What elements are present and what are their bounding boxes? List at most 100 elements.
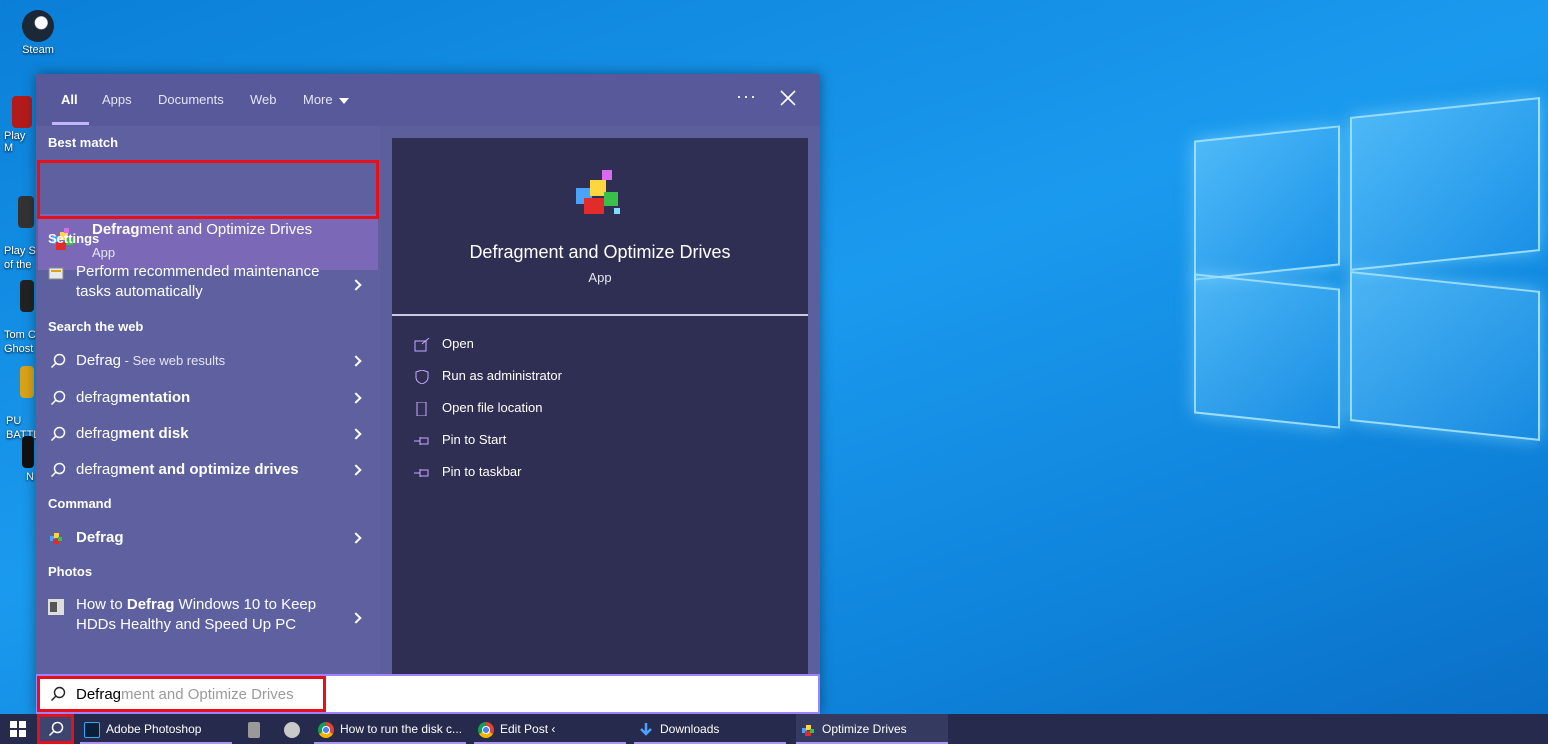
action-open[interactable]: Open <box>414 336 474 352</box>
photo-result-item[interactable]: How to Defrag Windows 10 to Keep HDDs He… <box>36 595 380 641</box>
web-result-text: defrag <box>76 425 119 442</box>
defrag-app-icon <box>802 724 814 736</box>
photo-thumbnail-icon <box>48 599 64 615</box>
web-result-item[interactable]: defragmentation <box>36 385 380 411</box>
photo-line1-bold: Defrag <box>126 596 175 613</box>
web-result-text: Defrag <box>76 352 122 369</box>
preview-title: Defragment and Optimize Drives <box>469 242 731 262</box>
start-search-panel: All Apps Documents Web More ··· Best mat… <box>36 74 820 714</box>
web-result-suffix: - See web results <box>121 353 226 368</box>
chevron-right-icon <box>350 428 362 440</box>
defrag-large-app-icon <box>576 170 620 214</box>
web-result-text: defrag <box>76 389 119 406</box>
close-icon[interactable] <box>778 88 798 108</box>
photo-line2: HDDs Healthy and Speed Up PC <box>76 616 297 633</box>
section-best-match: Best match <box>48 135 119 150</box>
preview-subtitle: App <box>588 270 612 285</box>
photoshop-icon <box>84 721 100 738</box>
section-photos: Photos <box>48 564 93 579</box>
search-icon <box>50 390 66 406</box>
chevron-right-icon <box>350 392 362 404</box>
desktop-icon-play-m[interactable]: Play M <box>0 96 36 154</box>
section-settings: Settings <box>48 231 100 246</box>
more-options-icon[interactable]: ··· <box>736 86 757 107</box>
search-icon <box>50 462 66 478</box>
photo-line1-post: Windows 10 to Keep <box>174 596 317 613</box>
search-input-highlight <box>37 676 326 712</box>
command-item-defrag[interactable]: Defrag <box>36 525 380 551</box>
action-run-as-admin[interactable]: Run as administrator <box>414 368 562 384</box>
web-result-text: defrag <box>76 461 119 478</box>
search-icon <box>50 353 66 369</box>
best-match-highlight <box>37 160 379 219</box>
action-label: Pin to Start <box>442 432 507 447</box>
game-icon <box>20 280 34 312</box>
action-open-file-location[interactable]: Open file location <box>414 400 542 416</box>
settings-item-line1: Perform recommended maintenance <box>76 263 320 280</box>
action-label: Run as administrator <box>442 368 562 383</box>
shield-icon <box>415 369 429 384</box>
game-icon <box>12 96 32 128</box>
tab-web[interactable]: Web <box>250 92 277 107</box>
windows-wallpaper-logo <box>1190 85 1545 445</box>
chrome-icon <box>318 721 334 738</box>
action-pin-to-taskbar[interactable]: Pin to taskbar <box>414 464 522 480</box>
open-icon <box>414 337 430 352</box>
desktop-icon-label: N <box>26 471 34 483</box>
action-label: Pin to taskbar <box>442 464 522 479</box>
calculator-icon <box>248 721 260 738</box>
taskbar-item-label: Optimize Drives <box>822 722 907 736</box>
tab-apps[interactable]: Apps <box>102 92 132 107</box>
web-result-item[interactable]: Defrag - See web results <box>36 348 380 374</box>
chevron-right-icon <box>350 612 362 624</box>
file-location-icon <box>416 401 427 416</box>
chevron-right-icon <box>350 464 362 476</box>
taskbar-item-chrome-1[interactable]: How to run the disk c... <box>314 714 466 744</box>
game-icon <box>18 196 34 228</box>
web-result-bold: mentation <box>118 389 191 406</box>
section-command: Command <box>48 496 112 511</box>
active-tab-indicator <box>52 122 89 125</box>
tab-all[interactable]: All <box>61 92 78 107</box>
desktop-icon-steam[interactable]: Steam <box>8 10 68 56</box>
taskbar-item-chrome-2[interactable]: Edit Post ‹ AddictiveTi... <box>474 714 626 744</box>
game-icon <box>20 366 34 398</box>
taskbar-item-downloads[interactable]: Downloads <box>634 714 786 744</box>
desktop-icon-n[interactable]: N <box>0 436 36 484</box>
taskbar-item-photoshop[interactable]: Adobe Photoshop CC... <box>80 714 232 744</box>
web-result-item[interactable]: defragment and optimize drives <box>36 457 380 483</box>
tab-documents[interactable]: Documents <box>158 92 224 107</box>
defrag-command-icon <box>50 533 62 544</box>
disk-cleanup-icon <box>284 721 300 738</box>
windows-start-icon[interactable] <box>10 721 26 737</box>
taskbar-item-label: How to run the disk c... <box>340 722 463 736</box>
taskbar-item-disk[interactable] <box>278 714 306 744</box>
taskbar-item-calculator[interactable] <box>242 714 270 744</box>
taskbar-item-optimize-drives[interactable]: Optimize Drives <box>796 714 948 744</box>
action-label: Open file location <box>442 400 543 415</box>
chevron-right-icon <box>350 532 362 544</box>
preview-pane: Defragment and Optimize Drives App Open … <box>392 138 808 674</box>
web-result-bold: ment disk <box>118 425 189 442</box>
settings-item-line2: tasks automatically <box>76 283 203 300</box>
tab-more[interactable]: More <box>303 92 349 107</box>
preview-divider <box>392 314 808 316</box>
web-result-bold: ment and optimize drives <box>118 461 299 478</box>
search-tabs-bar: All Apps Documents Web More ··· <box>36 74 820 126</box>
action-pin-to-start[interactable]: Pin to Start <box>414 432 506 448</box>
maintenance-settings-icon <box>48 267 64 280</box>
download-arrow-icon <box>640 722 652 736</box>
chevron-right-icon <box>350 279 362 291</box>
pin-icon <box>414 436 429 445</box>
settings-item-maintenance[interactable]: Perform recommended maintenance tasks au… <box>36 262 380 308</box>
pin-icon <box>414 468 429 477</box>
chrome-icon <box>478 721 494 738</box>
taskbar-search-highlight <box>37 714 74 744</box>
desktop-icon-label: Play M <box>4 130 26 154</box>
tab-more-label: More <box>303 92 333 107</box>
search-icon <box>50 426 66 442</box>
game-icon <box>22 436 34 468</box>
photo-line1-pre: How to <box>76 596 127 613</box>
steam-icon <box>22 10 54 42</box>
web-result-item[interactable]: defragment disk <box>36 421 380 447</box>
